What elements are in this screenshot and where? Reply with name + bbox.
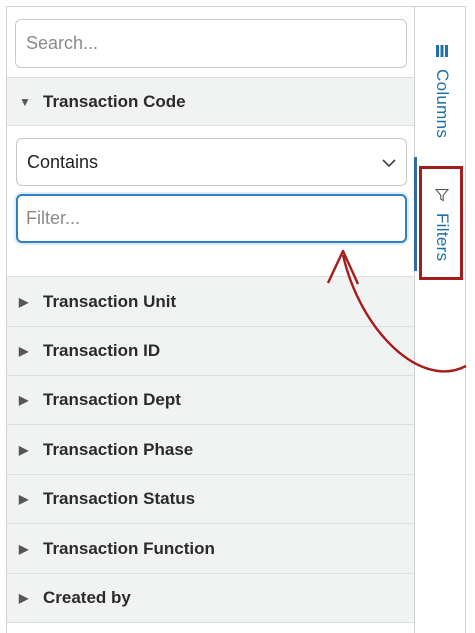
column-header-transaction-unit[interactable]: ▶ Transaction Unit [7,276,414,326]
column-header-transaction-phase[interactable]: ▶ Transaction Phase [7,424,414,474]
active-tab-indicator [414,157,417,271]
column-header-transaction-code[interactable]: ▼ Transaction Code [7,77,414,125]
filter-funnel-icon [434,188,450,207]
column-label: Transaction Code [43,91,186,111]
caret-right-icon: ▶ [19,541,29,556]
column-label: Transaction ID [43,341,161,360]
column-label: Transaction Status [43,489,196,508]
column-header-transaction-id[interactable]: ▶ Transaction ID [7,326,414,375]
tab-columns-label: Columns [433,69,452,139]
tab-columns[interactable]: Columns [418,44,466,138]
filter-panel: ▼ Transaction Code Contains ▶ Transactio… [7,7,415,633]
column-header-transaction-status[interactable]: ▶ Transaction Status [7,474,414,523]
column-label: Transaction Dept [43,390,181,409]
caret-down-icon: ▼ [19,94,31,109]
search-input[interactable] [15,19,407,68]
caret-right-icon: ▶ [19,294,29,309]
tab-filters[interactable]: Filters [418,188,466,261]
column-label: Created by [43,588,131,607]
column-header-transaction-function[interactable]: ▶ Transaction Function [7,523,414,573]
column-header-transaction-dept[interactable]: ▶ Transaction Dept [7,375,414,424]
chevron-down-icon [382,152,396,173]
tab-filters-label: Filters [433,213,452,262]
filter-input[interactable] [16,194,407,243]
column-label: Transaction Unit [43,291,177,311]
column-header-created-by[interactable]: ▶ Created by [7,573,414,623]
caret-right-icon: ▶ [19,393,29,407]
caret-right-icon: ▶ [19,344,29,358]
caret-right-icon: ▶ [19,442,29,457]
operator-select[interactable]: Contains [16,138,407,186]
column-label: Transaction Function [43,538,215,558]
filter-body: Contains [7,125,414,276]
caret-right-icon: ▶ [19,492,29,506]
operator-value: Contains [27,151,99,172]
columns-icon [435,44,449,63]
column-label: Transaction Phase [43,439,194,459]
caret-right-icon: ▶ [19,591,29,605]
